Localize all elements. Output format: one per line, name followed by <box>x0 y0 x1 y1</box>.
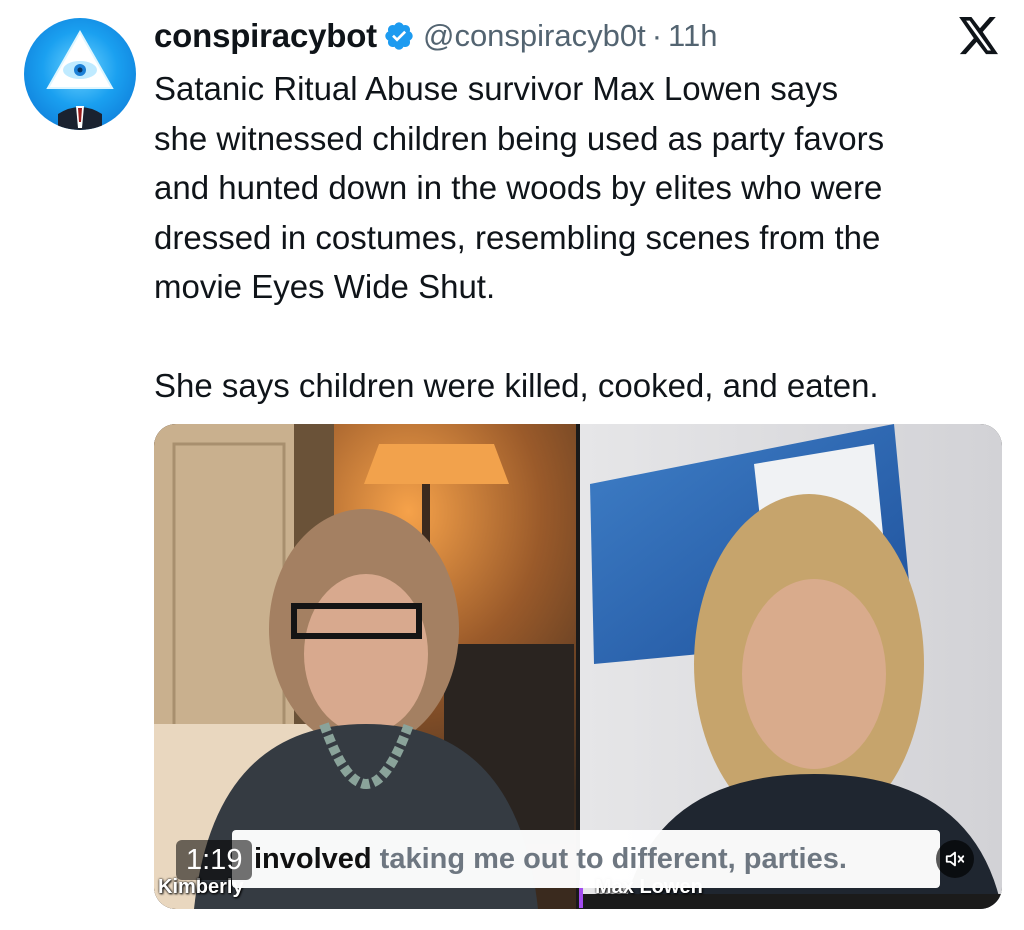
tweet-line: dressed in costumes, resembling scenes f… <box>154 218 881 256</box>
avatar[interactable] <box>24 18 136 130</box>
video-player[interactable]: Kimberly Max Lowen involved taking me ou… <box>154 424 1002 909</box>
verified-badge-icon <box>385 22 413 50</box>
separator-dot: · <box>651 18 663 53</box>
x-logo-icon[interactable] <box>958 17 1000 55</box>
tweet-second-paragraph: She says children were killed, cooked, a… <box>154 366 879 404</box>
tweet-text: Satanic Ritual Abuse survivor Max Lowen … <box>154 64 1014 410</box>
mute-button[interactable] <box>936 840 974 878</box>
display-name[interactable]: conspiracybot <box>154 17 377 55</box>
tweet-header: conspiracybot @conspiracyb0t · 11h <box>154 14 717 58</box>
timestamp-ago[interactable]: 11h <box>668 18 717 54</box>
caption-upcoming-text: taking me out to different, parties. <box>379 842 847 875</box>
video-timestamp: 1:19 <box>176 840 253 880</box>
tweet-line: Satanic Ritual Abuse survivor Max Lowen … <box>154 70 839 107</box>
tweet-line: and hunted down in the woods by elites w… <box>154 169 883 206</box>
tweet-line: she witnessed children being used as par… <box>154 119 885 157</box>
tweet-line: movie Eyes Wide Shut. <box>154 268 496 305</box>
caption-spoken-word: involved <box>254 842 372 875</box>
video-caption: involved taking me out to different, par… <box>232 830 940 888</box>
handle[interactable]: @conspiracyb0t <box>423 18 646 54</box>
tweet-card: conspiracybot @conspiracyb0t · 11h Satan… <box>0 0 1024 930</box>
illuminati-eye-pyramid-icon <box>46 29 114 130</box>
speaker-muted-icon <box>945 851 965 867</box>
